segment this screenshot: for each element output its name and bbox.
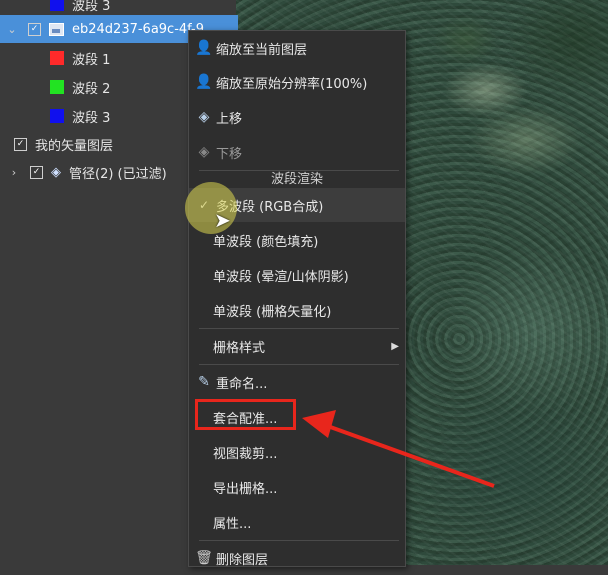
annotation-arrow: [302, 410, 495, 488]
arrow-shaft: [321, 422, 495, 488]
arrow-head-icon: [302, 410, 336, 438]
